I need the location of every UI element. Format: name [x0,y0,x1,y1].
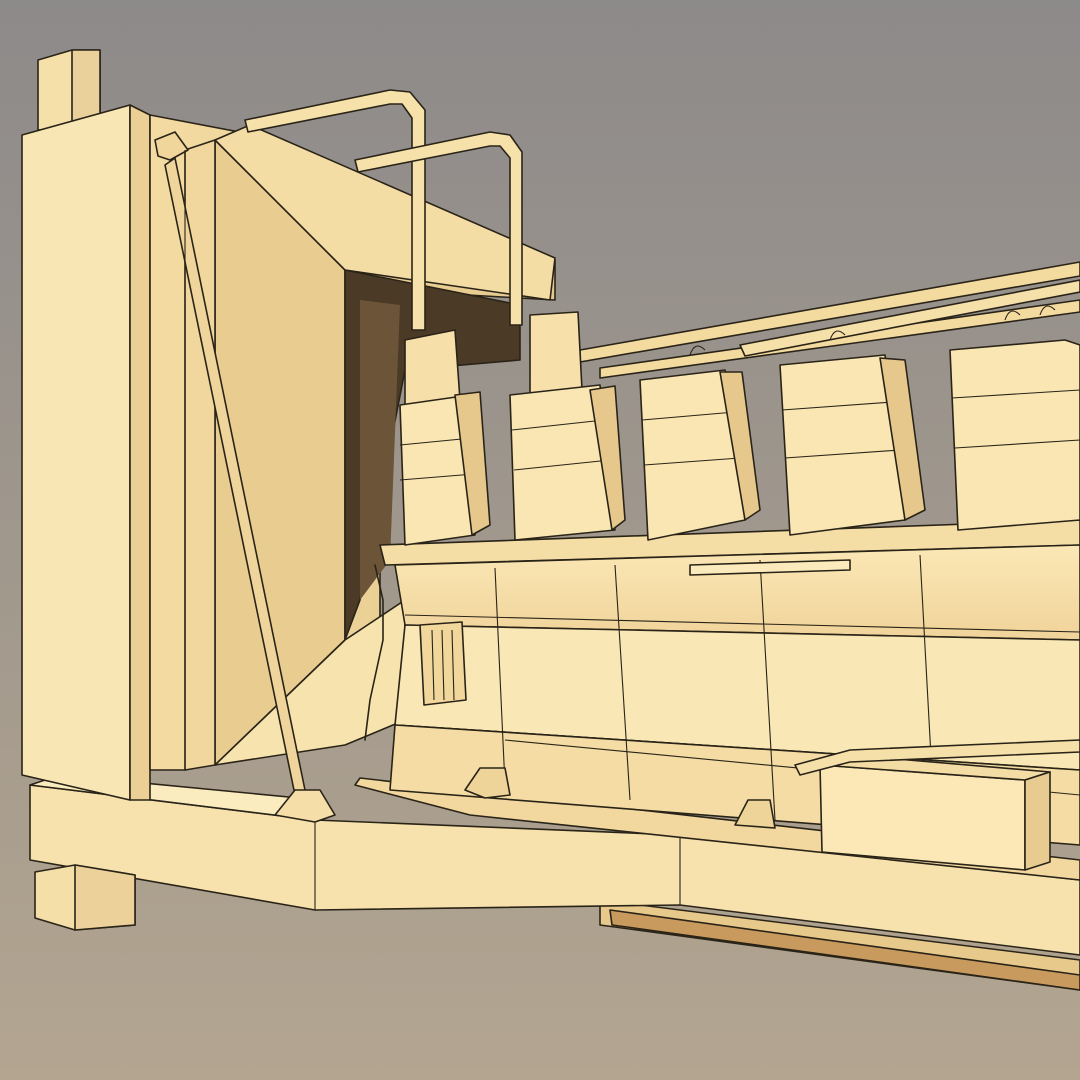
generator-render [0,0,1080,1080]
render-viewport [0,0,1080,1080]
oil-filter [419,621,467,706]
cylinder-head-3 [639,369,761,541]
cylinder-head-4 [779,354,926,536]
cylinder-head-5 [949,339,1080,531]
junction-box [819,754,1051,871]
